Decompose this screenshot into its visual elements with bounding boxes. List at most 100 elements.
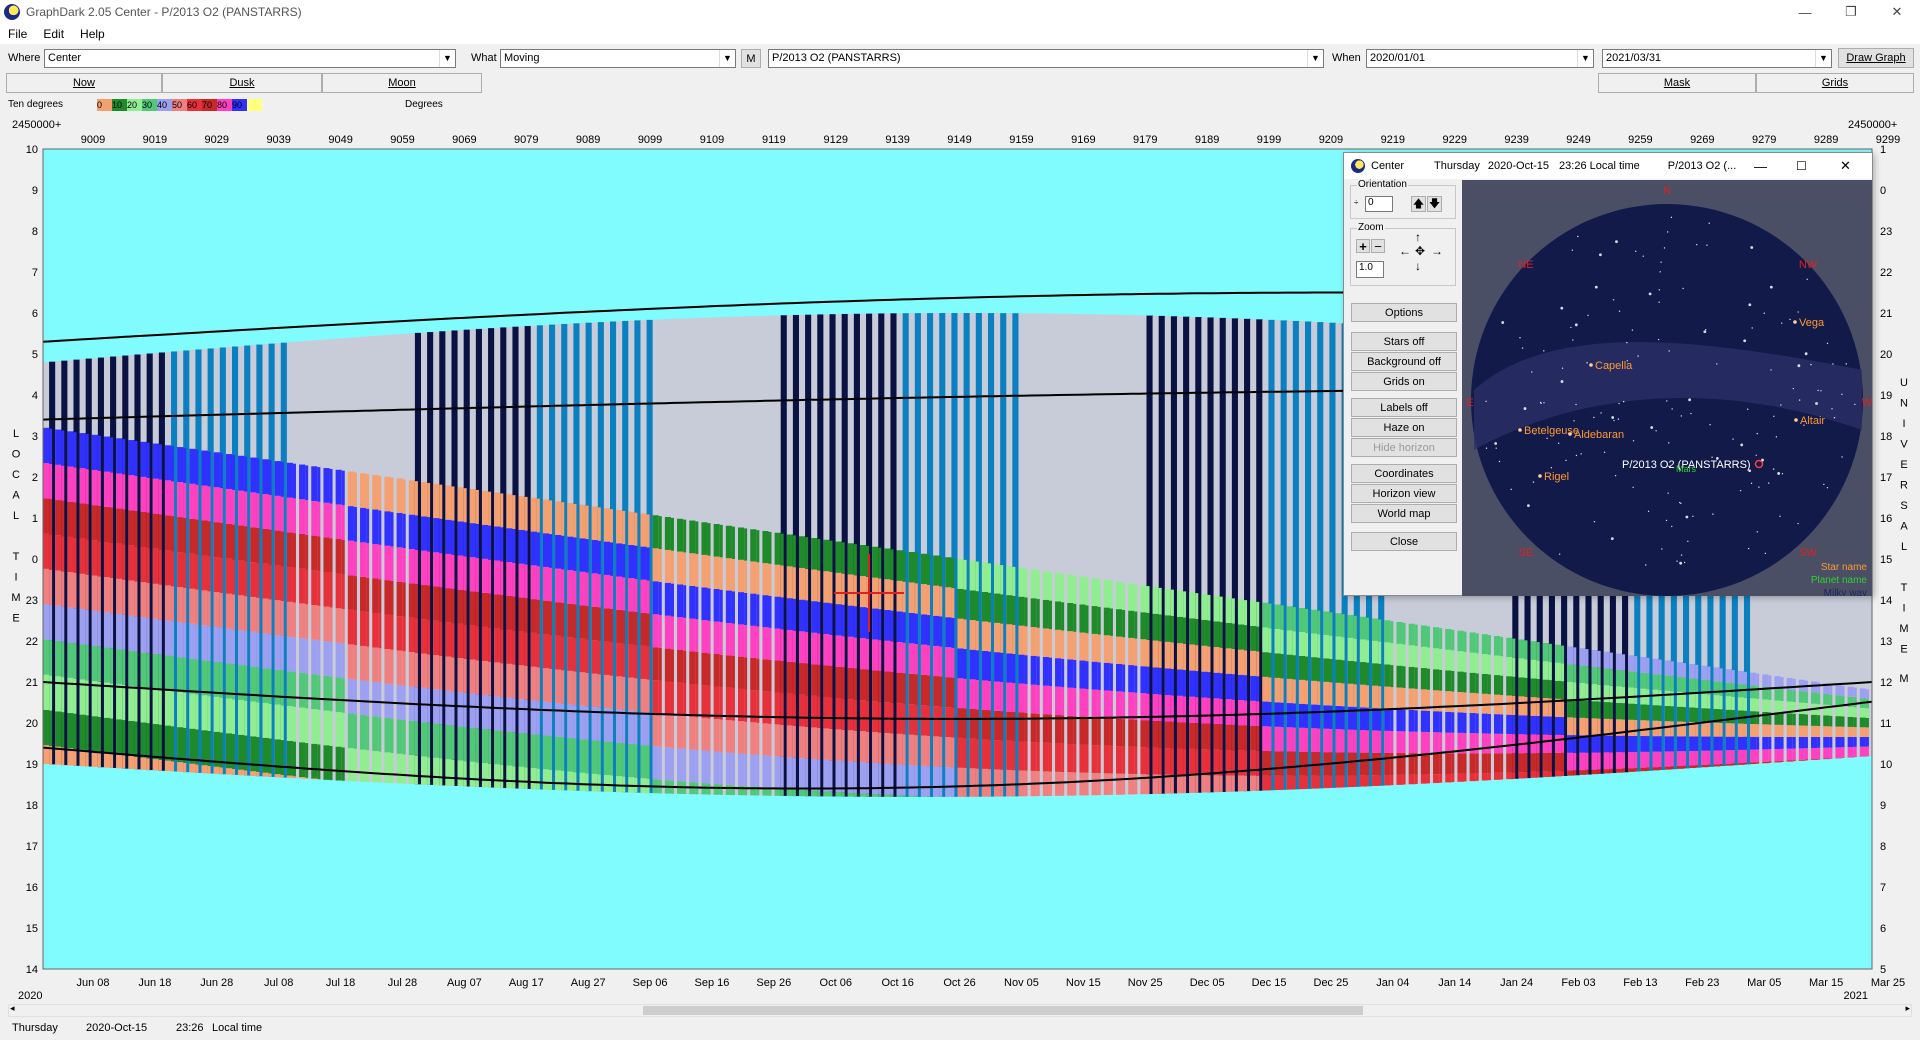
altitude-stripe <box>1353 775 1357 787</box>
altitude-stripe <box>1719 763 1723 767</box>
menu-edit[interactable]: Edit <box>35 27 72 41</box>
where-select[interactable]: Center ▼ <box>44 49 456 68</box>
altitude-stripe <box>323 502 331 538</box>
zoom-in-button[interactable]: + <box>1356 239 1370 254</box>
background-off-button[interactable]: Background off <box>1351 352 1457 371</box>
minimize-button[interactable]: — <box>1782 0 1828 24</box>
pan-left-icon[interactable]: ← <box>1399 244 1411 258</box>
tab-grids[interactable]: Grids <box>1756 73 1914 93</box>
labels-off-button[interactable]: Labels off <box>1351 398 1457 417</box>
altitude-stripe <box>1823 758 1830 760</box>
altitude-stripe <box>1122 719 1126 747</box>
sky-chart-window[interactable]: Center Thursday 2020-Oct-15 23:26 Local … <box>1343 152 1873 596</box>
altitude-stripe <box>79 538 87 574</box>
altitude-stripe <box>1359 616 1367 640</box>
local-time-tick: 19 <box>26 759 38 771</box>
close-window-button[interactable]: ✕ <box>1874 0 1920 24</box>
altitude-stripe <box>677 518 684 552</box>
pan-up-icon[interactable]: ↑ <box>1415 230 1421 244</box>
tab-moon[interactable]: Moon <box>322 73 482 93</box>
popup-minimize-icon[interactable]: — <box>1754 159 1767 174</box>
altitude-stripe <box>329 745 333 781</box>
altitude-stripe <box>1274 751 1282 776</box>
coordinates-button[interactable]: Coordinates <box>1351 464 1457 483</box>
menu-help[interactable]: Help <box>72 27 113 41</box>
zoom-input[interactable]: 1.0 <box>1356 261 1384 278</box>
options-button[interactable]: Options <box>1351 303 1457 322</box>
stars-off-button[interactable]: Stars off <box>1351 332 1457 351</box>
altitude-stripe <box>1213 749 1221 776</box>
when-label: When <box>1332 52 1361 64</box>
altitude-stripe <box>1603 702 1611 719</box>
altitude-stripe <box>1170 748 1174 775</box>
altitude-stripe <box>1109 580 1113 609</box>
scrollbar-thumb[interactable] <box>643 1006 1363 1015</box>
altitude-stripe <box>1652 689 1660 706</box>
altitude-stripe <box>1725 669 1733 683</box>
object-select[interactable]: P/2013 O2 (PANSTARRS) ▼ <box>768 49 1324 68</box>
altitude-stripe <box>1219 647 1223 674</box>
altitude-stripe <box>1634 735 1638 752</box>
draw-graph-button[interactable]: Draw Graph <box>1838 48 1914 68</box>
what-select[interactable]: Moving ▼ <box>500 49 736 68</box>
tab-mask[interactable]: Mask <box>1598 73 1756 93</box>
popup-close-icon[interactable]: ✕ <box>1840 158 1851 174</box>
orientation-spin-icon[interactable]: ÷ <box>1354 198 1358 207</box>
altitude-stripe <box>963 708 967 739</box>
zoom-out-button[interactable]: − <box>1371 239 1385 254</box>
tab-dusk[interactable]: Dusk <box>162 73 322 93</box>
scroll-right-icon[interactable]: ▸ <box>1905 1003 1910 1014</box>
altitude-stripe <box>939 616 943 647</box>
grids-on-button[interactable]: Grids on <box>1351 372 1457 391</box>
pan-right-icon[interactable]: → <box>1431 244 1443 258</box>
world-map-button[interactable]: World map <box>1351 504 1457 523</box>
altitude-stripe <box>384 476 392 512</box>
altitude-stripe <box>981 680 989 710</box>
altitude-stripe <box>1463 753 1467 774</box>
rotate-down-button[interactable]: 🡇 <box>1427 196 1442 212</box>
altitude-stripe <box>750 593 757 626</box>
horizontal-scrollbar[interactable]: ◂ ▸ <box>8 1003 1912 1017</box>
sky-view[interactable]: NNENWEWSESWSVegaCapellaBetelgeuseAldebar… <box>1462 180 1872 596</box>
orientation-input[interactable]: 0 <box>1365 196 1393 212</box>
altitude-stripe <box>1067 772 1074 796</box>
altitude-stripe <box>122 474 126 510</box>
haze-on-button[interactable]: Haze on <box>1351 418 1457 437</box>
altitude-stripe <box>1189 696 1196 723</box>
popup-maximize-icon[interactable]: ☐ <box>1796 159 1807 173</box>
altitude-stripe <box>872 732 879 764</box>
when-start-select[interactable]: 2020/01/01 ▼ <box>1366 49 1594 68</box>
scroll-left-icon[interactable]: ◂ <box>10 1003 15 1014</box>
close-popup-button[interactable]: Close <box>1351 532 1457 551</box>
sky-legend-item: Star name <box>1821 562 1868 573</box>
altitude-stripe <box>1640 736 1648 752</box>
altitude-stripe <box>713 719 721 752</box>
m-button[interactable]: M <box>741 49 761 68</box>
menu-file[interactable]: File <box>0 27 35 41</box>
pan-center-icon[interactable]: ✥ <box>1415 244 1425 258</box>
background-star <box>1550 467 1553 469</box>
altitude-stripe <box>1670 751 1674 767</box>
maximize-button[interactable]: ❐ <box>1828 0 1874 24</box>
altitude-stripe <box>939 766 943 797</box>
horizon-view-button[interactable]: Horizon view <box>1351 484 1457 503</box>
altitude-stripe <box>1530 715 1538 735</box>
pan-down-icon[interactable]: ↓ <box>1415 259 1421 273</box>
altitude-stripe <box>1286 654 1294 679</box>
altitude-stripe <box>518 665 526 700</box>
when-end-select[interactable]: 2021/03/31 ▼ <box>1602 49 1832 68</box>
altitude-stripe <box>1786 760 1794 762</box>
altitude-stripe <box>1396 774 1404 785</box>
sky-chart-titlebar[interactable]: Center Thursday 2020-Oct-15 23:26 Local … <box>1344 153 1872 179</box>
altitude-stripe <box>1298 703 1306 728</box>
background-star <box>1575 403 1577 406</box>
altitude-stripe <box>1695 693 1699 708</box>
rotate-up-button[interactable]: 🡅 <box>1411 196 1426 212</box>
altitude-stripe <box>1000 565 1004 595</box>
altitude-stripe <box>1445 753 1452 774</box>
tab-now[interactable]: Now <box>6 73 162 93</box>
altitude-stripe <box>1012 712 1016 742</box>
altitude-stripe <box>494 696 501 731</box>
altitude-stripe <box>695 717 699 750</box>
altitude-stripe <box>731 558 735 592</box>
